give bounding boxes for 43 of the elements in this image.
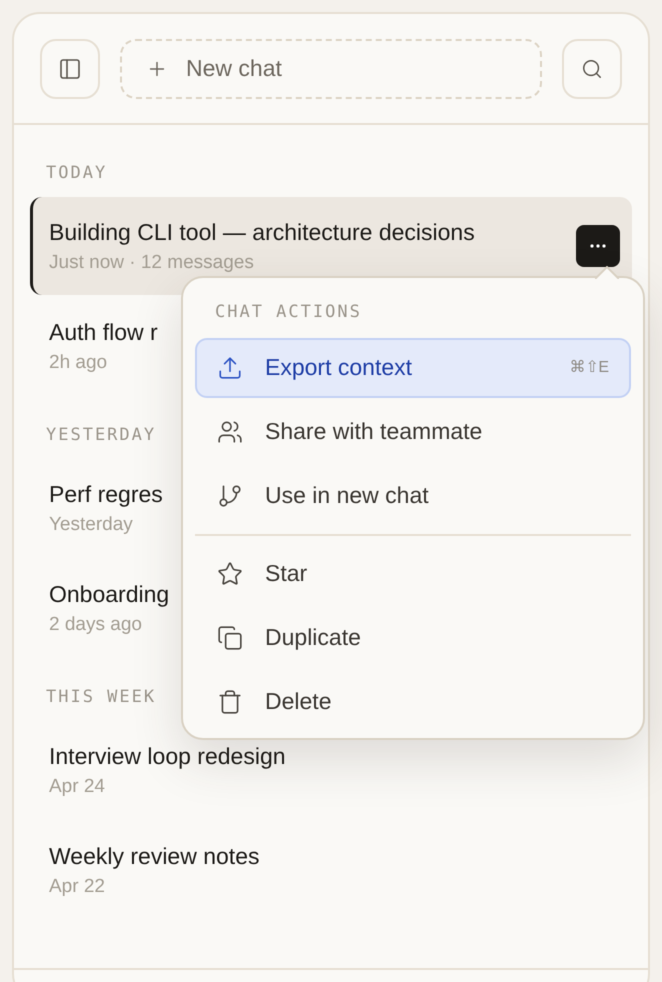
chat-item[interactable]: Weekly review notes Apr 22 xyxy=(30,821,632,919)
menu-item-label: Export context xyxy=(265,353,412,382)
chat-meta: Just now · 12 messages xyxy=(49,251,254,275)
people-icon xyxy=(217,418,243,444)
section-label: THIS WEEK xyxy=(46,687,156,707)
sidebar-toggle-button[interactable] xyxy=(40,38,100,98)
new-chat-button[interactable]: New chat xyxy=(120,38,542,98)
more-button[interactable] xyxy=(576,225,620,267)
chat-meta: Apr 24 xyxy=(49,775,105,799)
shortcut-hint: ⌘⇧E xyxy=(569,358,609,378)
chat-title: Weekly review notes xyxy=(49,842,260,871)
menu-item-label: Delete xyxy=(265,687,332,716)
menu-title: CHAT ACTIONS xyxy=(214,301,363,324)
menu-item-label: Use in new chat xyxy=(265,481,429,510)
upload-icon xyxy=(217,354,243,380)
chat-meta: Yesterday xyxy=(49,513,133,537)
menu-item[interactable]: Share with teammate xyxy=(195,402,631,462)
search-icon xyxy=(581,58,603,80)
sidebar-icon xyxy=(58,56,82,80)
chat-meta: Apr 22 xyxy=(49,875,105,899)
menu-item[interactable]: Star xyxy=(195,544,631,604)
chat-meta: 2 days ago xyxy=(49,613,142,637)
chat-title: Auth flow r xyxy=(49,318,158,347)
section-label: TODAY xyxy=(46,163,108,183)
menu-item[interactable]: Duplicate xyxy=(195,608,631,668)
more-icon xyxy=(590,244,606,248)
chat-title: Interview loop redesign xyxy=(49,742,286,771)
star-icon xyxy=(217,560,243,586)
branch-icon xyxy=(217,482,243,508)
menu-item-label: Star xyxy=(265,559,308,588)
menu-item[interactable]: Delete xyxy=(195,672,631,732)
menu-item[interactable]: Use in new chat xyxy=(195,466,631,526)
section-label: YESTERDAY xyxy=(46,425,156,445)
menu-item-label: Share with teammate xyxy=(265,417,482,446)
search-button[interactable] xyxy=(562,38,622,98)
chat-meta: 2h ago xyxy=(49,351,108,375)
trash-icon xyxy=(217,688,243,714)
chat-title: Onboarding xyxy=(49,580,170,609)
menu-item-label: Duplicate xyxy=(265,623,361,652)
chat-title: Building CLI tool — architecture decisions xyxy=(49,218,475,247)
copy-icon xyxy=(217,624,243,650)
chat-title: Perf regres xyxy=(49,480,163,509)
menu-item[interactable]: Export context ⌘⇧E xyxy=(195,338,631,398)
